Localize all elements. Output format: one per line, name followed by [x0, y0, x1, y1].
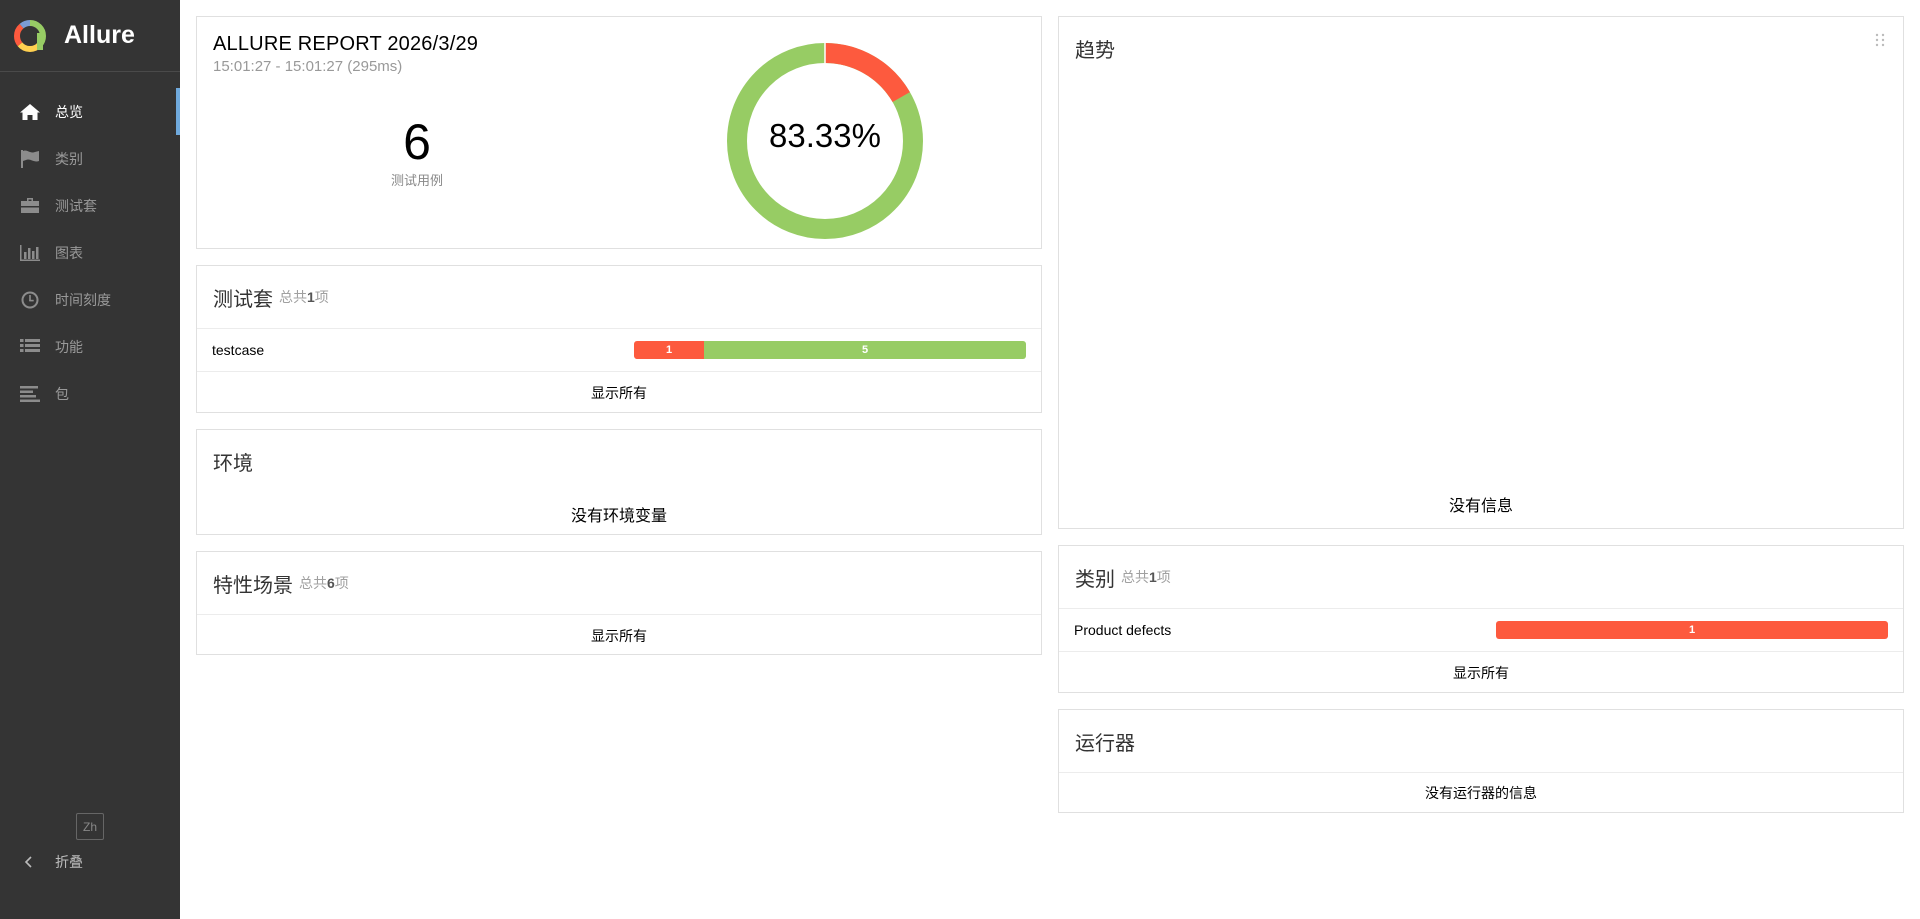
briefcase-icon [18, 195, 42, 217]
widget-header: 测试套 总共1项 [197, 266, 1041, 328]
nav-menu: 总览 类别 测试套 图表 时间刻度 功能 包 [0, 88, 180, 417]
widget-title: 测试套 [213, 288, 273, 311]
report-title: ALLURE REPORT 2026/3/29 [213, 33, 479, 55]
list-icon [18, 336, 42, 358]
table-row[interactable]: testcase 1 5 [197, 329, 1041, 371]
nav-label: 包 [55, 385, 69, 402]
suite-name: testcase [212, 342, 265, 358]
empty-message: 没有信息 [1448, 498, 1513, 515]
sidebar: Allure 总览 类别 测试套 图表 时间刻度 功能 包 Zh 折叠 [0, 0, 180, 919]
test-count: 6 [403, 114, 431, 170]
empty-message: 没有环境变量 [570, 508, 667, 525]
widget-title: 特性场景 [213, 574, 293, 597]
report-time: 15:01:27 - 15:01:27 (295ms) [213, 58, 403, 75]
nav-item-timeline[interactable]: 时间刻度 [0, 276, 180, 323]
nav-item-packages[interactable]: 包 [0, 370, 180, 417]
passed-segment: 5 [704, 341, 1026, 359]
nav-label: 时间刻度 [55, 291, 111, 308]
widget-header: 特性场景 总共6项 [197, 552, 1041, 614]
drag-handle-icon[interactable] [1875, 33, 1885, 47]
table-row[interactable]: Product defects 1 [1059, 609, 1903, 651]
categories-widget: 类别 总共1项 Product defects 1 显示所有 [1058, 545, 1904, 693]
suites-widget: 测试套 总共1项 testcase 1 5 显示所有 [196, 265, 1042, 413]
failed-segment: 1 [1496, 621, 1888, 639]
features-widget: 特性场景 总共6项 显示所有 [196, 551, 1042, 655]
allure-logo-icon [14, 19, 46, 52]
executors-widget: 运行器 没有运行器的信息 [1058, 709, 1904, 813]
failed-segment: 1 [634, 341, 704, 359]
widget-header: 运行器 [1059, 710, 1903, 772]
nav-item-overview[interactable]: 总览 [0, 88, 180, 135]
category-name: Product defects [1074, 622, 1172, 638]
widget-header: 趋势 [1059, 17, 1903, 79]
widget-count: 总共1项 [1121, 569, 1171, 585]
language-switch-button[interactable]: Zh [76, 813, 104, 840]
empty-message: 没有运行器的信息 [1425, 785, 1537, 801]
show-all-link[interactable]: 显示所有 [197, 615, 1041, 657]
nav-label: 总览 [55, 103, 83, 120]
test-count-label: 测试用例 [390, 173, 443, 188]
show-all-link[interactable]: 显示所有 [1059, 652, 1903, 694]
align-left-icon [18, 383, 42, 405]
collapse-label: 折叠 [55, 854, 83, 870]
widget-title: 运行器 [1075, 732, 1135, 755]
pass-rate: 83.33% [769, 117, 881, 154]
widget-title: 趋势 [1075, 39, 1115, 62]
summary-widget: ALLURE REPORT 2026/3/29 15:01:27 - 15:01… [196, 16, 1042, 249]
widget-count: 总共6项 [299, 575, 349, 591]
nav-item-graphs[interactable]: 图表 [0, 229, 180, 276]
bar-chart-icon [18, 242, 42, 264]
nav-label: 功能 [55, 338, 83, 355]
home-icon [18, 101, 42, 123]
nav-item-categories[interactable]: 类别 [0, 135, 180, 182]
nav-item-behaviors[interactable]: 功能 [0, 323, 180, 370]
show-all-link[interactable]: 显示所有 [197, 372, 1041, 414]
status-bar[interactable]: 1 [1496, 621, 1888, 639]
trend-widget: 趋势 没有信息 [1058, 16, 1904, 529]
brand-name: Allure [64, 21, 135, 49]
widget-header: 环境 [197, 430, 1041, 492]
collapse-button[interactable]: 折叠 [22, 852, 83, 872]
nav-label: 图表 [55, 244, 83, 261]
flag-icon [18, 148, 42, 170]
environment-widget: 环境 没有环境变量 [196, 429, 1042, 535]
nav-label: 类别 [55, 150, 83, 167]
widget-title: 环境 [213, 452, 253, 475]
nav-item-suites[interactable]: 测试套 [0, 182, 180, 229]
chevron-left-icon [24, 856, 32, 868]
status-bar[interactable]: 1 5 [634, 341, 1026, 359]
nav-label: 测试套 [55, 197, 97, 214]
widget-title: 类别 [1075, 568, 1115, 591]
widget-header: 类别 总共1项 [1059, 546, 1903, 608]
widget-count: 总共1项 [279, 289, 329, 305]
brand[interactable]: Allure [0, 0, 180, 72]
clock-icon [18, 289, 42, 311]
